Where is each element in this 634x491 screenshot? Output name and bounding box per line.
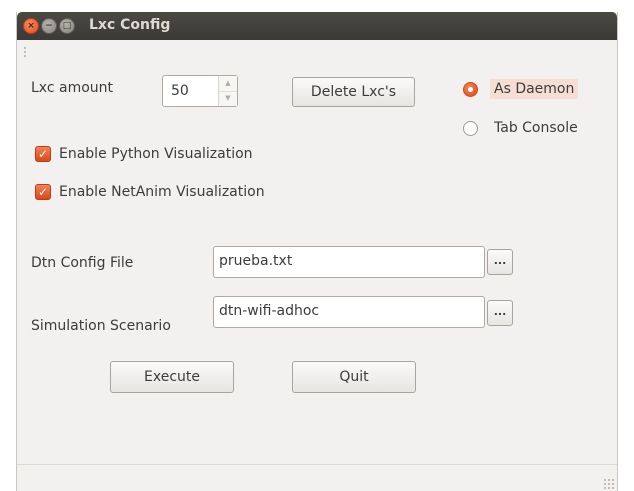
quit-button[interactable]: Quit — [292, 361, 416, 393]
close-icon: × — [27, 20, 35, 31]
python-visualization-checkbox[interactable]: ✓ Enable Python Visualization — [35, 146, 253, 162]
spin-up-icon[interactable]: ▲ — [219, 76, 237, 92]
dtn-config-file-value: prueba.txt — [219, 253, 293, 269]
lxc-amount-spinbox[interactable]: 50 ▲ ▼ — [162, 75, 238, 107]
window-title: Lxc Config — [89, 17, 171, 33]
spin-down-icon[interactable]: ▼ — [219, 91, 237, 106]
minimize-icon: − — [45, 20, 53, 31]
spin-arrows: ▲ ▼ — [218, 76, 237, 106]
execute-button[interactable]: Execute — [110, 361, 234, 393]
netanim-visualization-label: Enable NetAnim Visualization — [59, 184, 265, 200]
maximize-icon: □ — [62, 20, 72, 31]
dtn-config-browse-button[interactable]: ... — [487, 249, 513, 275]
title-bar[interactable]: × − □ Lxc Config — [17, 12, 617, 40]
toolbar-grip-handle[interactable] — [23, 46, 27, 58]
radio-selected-icon — [463, 81, 478, 97]
window-maximize-button[interactable]: □ — [59, 18, 75, 34]
radio-tab-console-label: Tab Console — [494, 120, 578, 136]
simulation-scenario-input[interactable]: dtn-wifi-adhoc — [213, 296, 485, 328]
lxc-amount-value: 50 — [171, 83, 189, 99]
netanim-visualization-checkbox[interactable]: ✓ Enable NetAnim Visualization — [35, 184, 265, 200]
lxc-config-window: × − □ Lxc Config Lxc amount 50 ▲ ▼ Delet… — [16, 12, 618, 491]
status-bar — [17, 464, 617, 491]
radio-as-daemon[interactable]: As Daemon — [463, 79, 579, 99]
simulation-scenario-browse-button[interactable]: ... — [487, 300, 513, 326]
checkmark-icon: ✓ — [35, 184, 51, 200]
dtn-config-file-input[interactable]: prueba.txt — [213, 246, 485, 278]
simulation-scenario-label: Simulation Scenario — [31, 318, 171, 334]
resize-grip-icon[interactable] — [603, 478, 615, 490]
window-close-button[interactable]: × — [23, 18, 39, 34]
radio-tab-console[interactable]: Tab Console — [463, 118, 582, 138]
lxc-amount-label: Lxc amount — [31, 80, 114, 96]
dtn-config-file-label: Dtn Config File — [31, 255, 134, 271]
window-minimize-button[interactable]: − — [41, 18, 57, 34]
delete-lxcs-button[interactable]: Delete Lxc's — [292, 77, 415, 107]
checkmark-icon: ✓ — [35, 146, 51, 162]
radio-unselected-icon — [463, 120, 478, 136]
radio-as-daemon-label: As Daemon — [490, 79, 579, 99]
simulation-scenario-value: dtn-wifi-adhoc — [219, 303, 320, 319]
python-visualization-label: Enable Python Visualization — [59, 146, 253, 162]
